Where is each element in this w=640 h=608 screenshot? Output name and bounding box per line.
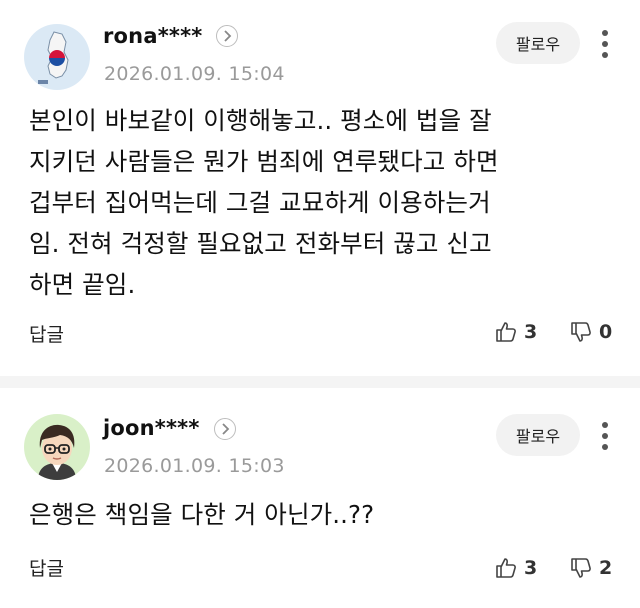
avatar[interactable] <box>24 414 90 480</box>
reply-button[interactable]: 답글 <box>29 320 64 347</box>
more-options-icon[interactable] <box>596 420 614 452</box>
comment-line: 임. 전혀 걱정할 필요없고 전화부터 끊고 신고 <box>29 229 492 258</box>
follow-button[interactable]: 팔로우 <box>496 414 580 456</box>
comment-item: rona**** 2026.01.09. 15:04 팔로우 본인이 바보같이 … <box>0 0 640 376</box>
thumbs-down-icon <box>571 558 591 578</box>
comment-line: 겁부터 집어먹는데 그걸 교묘하게 이용하는거 <box>29 188 491 217</box>
like-button[interactable]: 3 <box>494 556 537 580</box>
comment-line: 지키던 사람들은 뭔가 범죄에 연루됐다고 하면 <box>29 147 499 176</box>
comment-line: 본인이 바보같이 이행해놓고.. 평소에 법을 잘 <box>29 106 492 135</box>
comment-line: 은행은 책임을 다한 거 아닌가..?? <box>29 500 375 529</box>
username[interactable]: rona**** <box>103 24 202 48</box>
timestamp: 2026.01.09. 15:04 <box>104 63 285 85</box>
profile-link-button[interactable] <box>214 418 236 440</box>
reply-button[interactable]: 답글 <box>29 554 64 581</box>
avatar[interactable] <box>24 24 90 90</box>
like-count: 3 <box>524 321 538 343</box>
follow-button[interactable]: 팔로우 <box>496 22 580 64</box>
more-options-icon[interactable] <box>596 28 614 60</box>
comment-body: 본인이 바보같이 이행해놓고.. 평소에 법을 잘 지키던 사람들은 뭔가 범죄… <box>29 100 619 305</box>
dislike-count: 2 <box>599 557 613 579</box>
thumbs-down-icon <box>571 322 591 342</box>
comment-line: 하면 끝임. <box>29 270 136 299</box>
username[interactable]: joon**** <box>103 416 200 440</box>
comment-body: 은행은 책임을 다한 거 아닌가..?? <box>29 494 619 535</box>
profile-link-button[interactable] <box>216 25 238 47</box>
chevron-right-icon <box>222 423 230 435</box>
dislike-button[interactable]: 2 <box>569 556 612 580</box>
timestamp: 2026.01.09. 15:03 <box>104 455 285 477</box>
chevron-right-icon <box>224 30 232 42</box>
like-button[interactable]: 3 <box>494 320 537 344</box>
thumbs-up-icon <box>496 322 516 342</box>
thumbs-up-icon <box>496 558 516 578</box>
dislike-count: 0 <box>599 321 613 343</box>
like-count: 3 <box>524 557 538 579</box>
divider <box>0 376 640 388</box>
dislike-button[interactable]: 0 <box>569 320 612 344</box>
comment-item: joon**** 2026.01.09. 15:03 팔로우 은행은 책임을 다… <box>0 388 640 608</box>
korea-map-icon <box>24 24 90 90</box>
cartoon-person-glasses-icon <box>24 414 90 480</box>
